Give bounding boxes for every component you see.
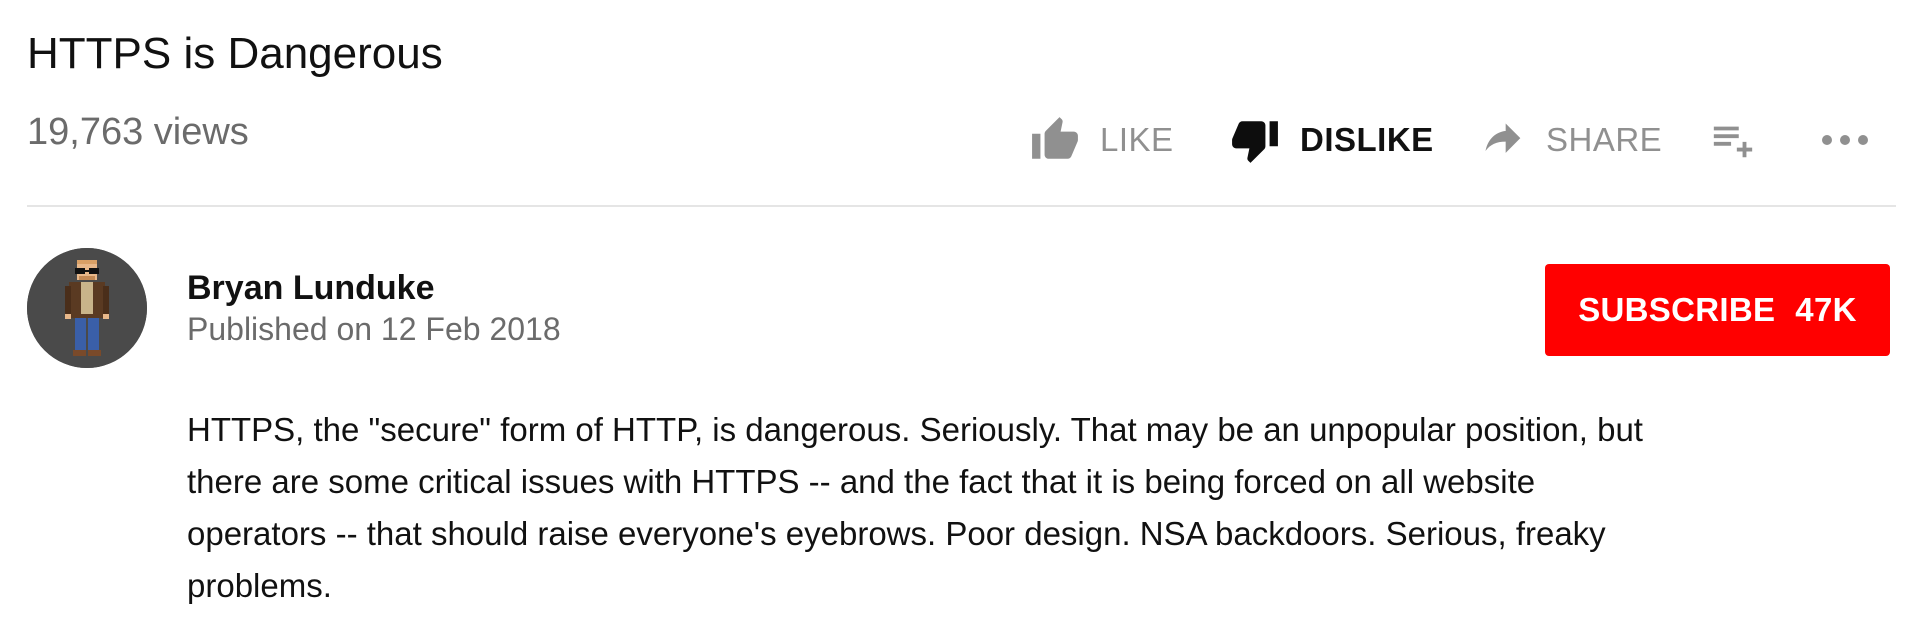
dislike-label: DISLIKE [1300, 121, 1434, 158]
like-label: LIKE [1100, 121, 1174, 158]
publish-date: Published on 12 Feb 2018 [187, 311, 561, 347]
share-label: SHARE [1546, 121, 1663, 158]
add-to-playlist-button[interactable] [1710, 110, 1756, 170]
more-horizontal-icon [1822, 135, 1868, 145]
subscribe-button[interactable]: SUBSCRIBE 47K [1545, 264, 1890, 356]
channel-avatar[interactable] [27, 248, 147, 368]
description-text: HTTPS, the "secure" form of HTTP, is dan… [187, 411, 1643, 604]
dislike-button[interactable]: DISLIKE [1230, 110, 1434, 170]
thumbs-up-icon [1032, 117, 1078, 159]
subscriber-count: 47K [1795, 291, 1857, 328]
video-info-panel: HTTPS is Dangerous 19,763 views LIKE DIS… [0, 0, 1906, 633]
section-divider [27, 205, 1896, 207]
like-button[interactable]: LIKE [1030, 110, 1174, 170]
playlist-add-icon [1713, 126, 1753, 158]
share-button[interactable]: SHARE [1480, 110, 1662, 170]
view-count: 19,763 views [27, 111, 249, 153]
thumbs-down-icon [1232, 121, 1278, 163]
video-description: HTTPS, the "secure" form of HTTP, is dan… [187, 404, 1807, 612]
more-actions-button[interactable] [1820, 110, 1870, 170]
channel-name-link[interactable]: Bryan Lunduke [187, 266, 434, 310]
share-arrow-icon [1485, 123, 1521, 153]
subscribe-label: SUBSCRIBE [1578, 291, 1776, 328]
video-title: HTTPS is Dangerous [27, 29, 443, 78]
video-actions-bar: LIKE DISLIKE SHARE [1030, 110, 1890, 170]
pixel-art-avatar [27, 248, 147, 368]
